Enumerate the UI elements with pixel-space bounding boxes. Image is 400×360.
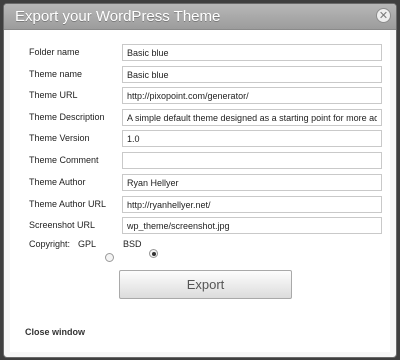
theme-description-label: Theme Description <box>29 112 105 122</box>
bsd-radio[interactable] <box>149 249 158 258</box>
folder-name-label: Folder name <box>29 47 80 57</box>
close-icon[interactable]: ✕ <box>376 8 391 23</box>
theme-name-field[interactable] <box>122 66 382 83</box>
screenshot-url-field[interactable] <box>122 217 382 234</box>
form-row-theme-name: Theme name <box>10 66 390 86</box>
export-theme-dialog: Export your WordPress Theme ✕ Folder nam… <box>3 3 397 358</box>
form-row-theme-url: Theme URL <box>10 87 390 107</box>
close-window-link[interactable]: Close window <box>25 327 85 337</box>
form-row-folder-name: Folder name <box>10 44 390 64</box>
theme-url-field[interactable] <box>122 87 382 104</box>
form-row-theme-author: Theme Author <box>10 174 390 194</box>
theme-version-field[interactable] <box>122 130 382 147</box>
dialog-body: Folder name Theme name Theme URL Theme D… <box>10 30 390 352</box>
screenshot-url-label: Screenshot URL <box>29 220 96 230</box>
bsd-label: BSD <box>123 239 142 249</box>
theme-description-field[interactable] <box>122 109 382 126</box>
theme-author-label: Theme Author <box>29 177 86 187</box>
gpl-radio[interactable] <box>105 253 114 262</box>
theme-url-label: Theme URL <box>29 90 78 100</box>
copyright-label: Copyright: <box>29 239 71 249</box>
dialog-title: Export your WordPress Theme <box>15 8 221 25</box>
export-button[interactable]: Export <box>119 270 292 299</box>
gpl-label: GPL <box>78 239 97 249</box>
theme-author-field[interactable] <box>122 174 382 191</box>
theme-author-url-label: Theme Author URL <box>29 199 107 209</box>
folder-name-field[interactable] <box>122 44 382 61</box>
theme-author-url-field[interactable] <box>122 196 382 213</box>
theme-comment-field[interactable] <box>122 152 382 169</box>
theme-comment-label: Theme Comment <box>29 155 99 165</box>
form-row-theme-author-url: Theme Author URL <box>10 196 390 216</box>
theme-version-label: Theme Version <box>29 133 90 143</box>
form-row-theme-comment: Theme Comment <box>10 152 390 172</box>
form-row-screenshot-url: Screenshot URL <box>10 217 390 237</box>
copyright-row: Copyright: GPL BSD <box>10 239 390 262</box>
form-row-theme-description: Theme Description <box>10 109 390 129</box>
form-row-theme-version: Theme Version <box>10 130 390 150</box>
dialog-titlebar: Export your WordPress Theme ✕ <box>4 4 396 30</box>
theme-name-label: Theme name <box>29 69 83 79</box>
